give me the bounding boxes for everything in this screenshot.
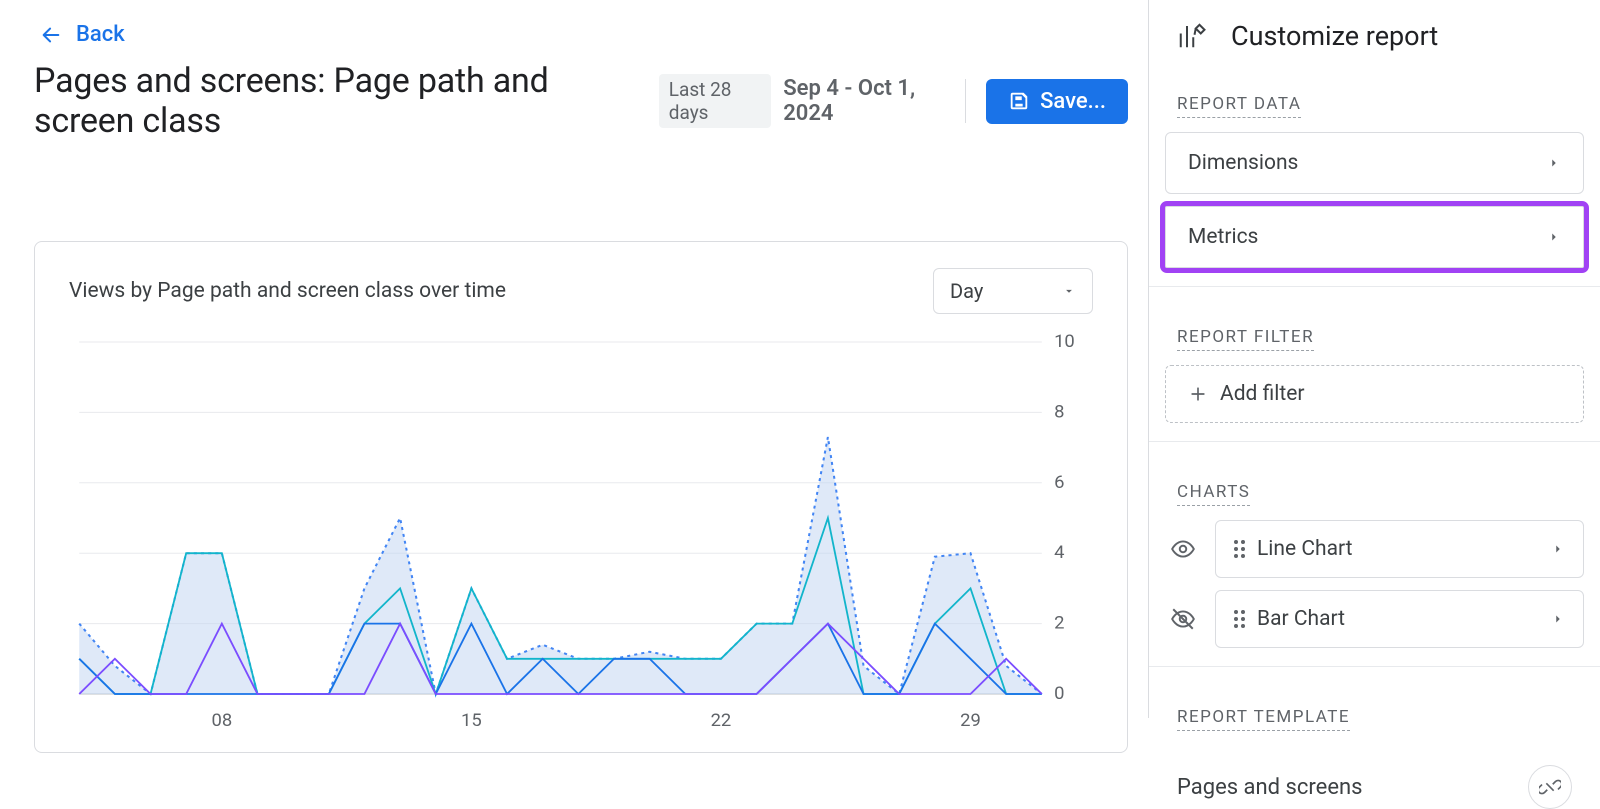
dimensions-label: Dimensions	[1188, 151, 1298, 175]
template-name: Pages and screens	[1177, 775, 1363, 800]
chart-card: Views by Page path and screen class over…	[34, 241, 1128, 753]
granularity-select[interactable]: Day	[933, 268, 1093, 314]
chevron-right-icon	[1551, 539, 1565, 559]
svg-text:8: 8	[1054, 402, 1064, 423]
drag-handle-icon[interactable]	[1234, 540, 1245, 558]
divider	[965, 79, 966, 123]
customize-icon	[1177, 21, 1207, 51]
arrow-back-icon	[40, 24, 62, 46]
svg-text:4: 4	[1054, 542, 1064, 563]
section-report-template: REPORT TEMPLATE	[1177, 707, 1350, 731]
save-icon	[1008, 90, 1030, 112]
svg-text:29: 29	[960, 710, 981, 731]
svg-text:0: 0	[1054, 683, 1064, 704]
date-range-text: Sep 4 - Oct 1, 2024	[783, 76, 945, 126]
customize-panel: Customize report REPORT DATA Dimensions …	[1148, 0, 1600, 718]
metrics-button[interactable]: Metrics	[1165, 206, 1584, 268]
panel-title: Customize report	[1231, 20, 1438, 52]
plus-icon	[1188, 384, 1208, 404]
svg-text:08: 08	[211, 710, 232, 731]
section-report-data: REPORT DATA	[1177, 94, 1301, 118]
section-charts: CHARTS	[1177, 482, 1250, 506]
back-link[interactable]: Back	[34, 10, 1128, 61]
chevron-down-icon	[1062, 284, 1076, 298]
chevron-right-icon	[1547, 227, 1561, 247]
visibility-off-icon[interactable]	[1165, 606, 1201, 632]
date-range-pill[interactable]: Last 28 days	[659, 74, 771, 128]
svg-text:22: 22	[711, 710, 732, 731]
visibility-on-icon[interactable]	[1165, 536, 1201, 562]
chart-type-line[interactable]: Line Chart	[1215, 520, 1584, 578]
line-chart-label: Line Chart	[1257, 537, 1353, 561]
chart-type-bar[interactable]: Bar Chart	[1215, 590, 1584, 648]
back-label: Back	[76, 22, 125, 47]
drag-handle-icon[interactable]	[1234, 610, 1245, 628]
add-filter-button[interactable]: Add filter	[1165, 365, 1584, 423]
line-chart: 0 2 4 6 8 10 08 15 22 29	[69, 334, 1093, 734]
section-report-filter: REPORT FILTER	[1177, 327, 1314, 351]
main-area: Back Pages and screens: Page path and sc…	[0, 0, 1148, 718]
svg-text:10: 10	[1054, 334, 1075, 352]
svg-text:15: 15	[461, 710, 482, 731]
bar-chart-label: Bar Chart	[1257, 607, 1345, 631]
chevron-right-icon	[1551, 609, 1565, 629]
dimensions-button[interactable]: Dimensions	[1165, 132, 1584, 194]
page-title: Pages and screens: Page path and screen …	[34, 61, 647, 141]
unlink-template-button[interactable]	[1528, 765, 1572, 809]
save-button[interactable]: Save...	[986, 79, 1128, 124]
save-button-label: Save...	[1040, 89, 1106, 114]
svg-text:2: 2	[1054, 613, 1064, 634]
metrics-label: Metrics	[1188, 225, 1258, 249]
chevron-right-icon	[1547, 153, 1561, 173]
svg-text:6: 6	[1054, 472, 1064, 493]
chart-title: Views by Page path and screen class over…	[69, 279, 506, 303]
granularity-value: Day	[950, 279, 983, 303]
add-filter-label: Add filter	[1220, 382, 1304, 406]
